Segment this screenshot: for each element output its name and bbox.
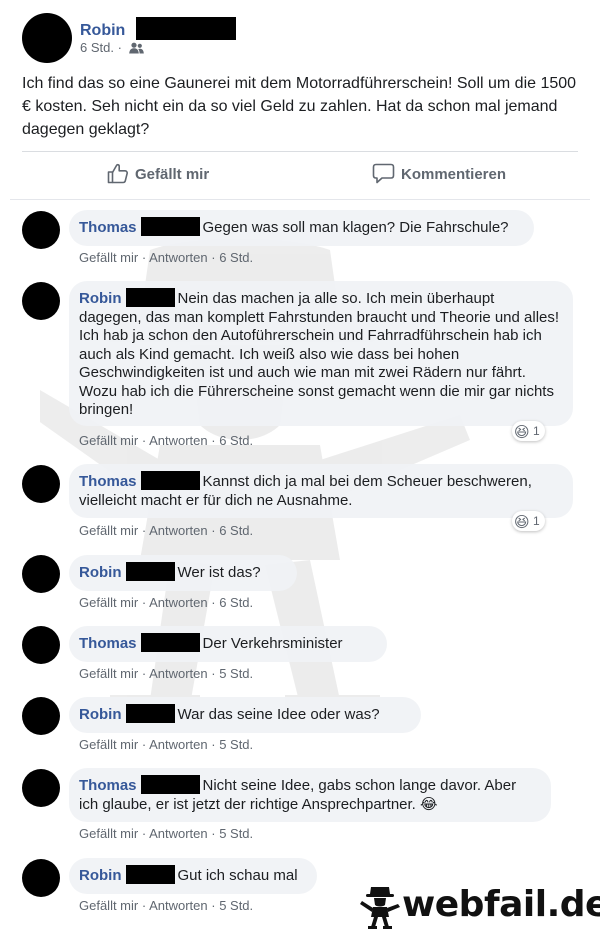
webfail-logo-text: webfail.de bbox=[402, 884, 600, 925]
comment-like-link[interactable]: Gefällt mir bbox=[79, 523, 138, 538]
comment-like-link[interactable]: Gefällt mir bbox=[79, 595, 138, 610]
comment-time[interactable]: 5 Std. bbox=[219, 826, 253, 841]
comment-time[interactable]: 5 Std. bbox=[219, 898, 253, 913]
like-button[interactable]: Gefällt mir bbox=[107, 163, 209, 184]
comment-actions: Gefällt mir · Antworten · 6 Std. bbox=[79, 433, 254, 448]
post-author-avatar[interactable] bbox=[22, 13, 72, 63]
comment-like-link[interactable]: Gefällt mir bbox=[79, 898, 138, 913]
comment-like-link[interactable]: Gefällt mir bbox=[79, 250, 138, 265]
comment-actions: Gefällt mir · Antworten · 5 Std. bbox=[79, 737, 254, 752]
thumbs-up-icon bbox=[107, 163, 128, 184]
comment-text: Der Verkehrsminister bbox=[202, 635, 343, 652]
post-author-name[interactable]: Robin bbox=[80, 22, 125, 39]
post-author[interactable]: Robin bbox=[80, 17, 236, 40]
comment-label: Kommentieren bbox=[401, 166, 507, 183]
commenter-avatar[interactable] bbox=[22, 211, 60, 249]
comment-reply-link[interactable]: Antworten bbox=[149, 433, 208, 448]
commenter-avatar[interactable] bbox=[22, 555, 60, 593]
comment-like-link[interactable]: Gefällt mir bbox=[79, 826, 138, 841]
comment-text: Gut ich schau mal bbox=[177, 867, 298, 884]
comment-reply-link[interactable]: Antworten bbox=[149, 898, 208, 913]
reaction-badge[interactable]: 😆 1 bbox=[512, 421, 545, 441]
comment-actions: Gefällt mir · Antworten · 6 Std. bbox=[79, 523, 254, 538]
comment-bubble: Thomas Kannst dich ja mal bei dem Scheuer… bbox=[69, 464, 573, 518]
comment-bubble: Robin War das seine Idee oder was? bbox=[69, 697, 421, 733]
comment-like-link[interactable]: Gefällt mir bbox=[79, 666, 138, 681]
comment-time[interactable]: 6 Std. bbox=[219, 433, 253, 448]
divider bbox=[22, 151, 578, 152]
comment-like-link[interactable]: Gefällt mir bbox=[79, 433, 138, 448]
comment-actions: Gefällt mir · Antworten · 5 Std. bbox=[79, 666, 254, 681]
commenter-avatar[interactable] bbox=[22, 769, 60, 807]
commenter-name[interactable]: Robin bbox=[79, 706, 122, 723]
comment-reply-link[interactable]: Antworten bbox=[149, 826, 208, 841]
commenter-avatar[interactable] bbox=[22, 859, 60, 897]
redacted-surname bbox=[125, 562, 175, 581]
redacted-surname bbox=[125, 288, 175, 307]
comment-actions: Gefällt mir · Antworten · 5 Std. bbox=[79, 826, 254, 841]
comment-bubble: Robin Gut ich schau mal bbox=[69, 858, 317, 894]
commenter-name[interactable]: Thomas bbox=[79, 219, 137, 236]
reaction-count: 1 bbox=[532, 424, 540, 438]
comment-actions: Gefällt mir · Antworten · 6 Std. bbox=[79, 250, 254, 265]
comment-time[interactable]: 6 Std. bbox=[219, 595, 253, 610]
comment-time[interactable]: 6 Std. bbox=[219, 250, 253, 265]
redacted-surname bbox=[125, 865, 175, 884]
comment-bubble: Robin Nein das machen ja alle so. Ich mei… bbox=[69, 281, 573, 426]
commenter-name[interactable]: Thomas bbox=[79, 777, 137, 794]
commenter-name[interactable]: Robin bbox=[79, 290, 122, 307]
comment-bubble: Thomas Der Verkehrsminister bbox=[69, 626, 387, 662]
comment-actions: Gefällt mir · Antworten · 6 Std. bbox=[79, 595, 254, 610]
comment-like-link[interactable]: Gefällt mir bbox=[79, 737, 138, 752]
friends-icon[interactable] bbox=[128, 42, 144, 54]
comment-reply-link[interactable]: Antworten bbox=[149, 523, 208, 538]
comment-time[interactable]: 5 Std. bbox=[219, 666, 253, 681]
comment-bubble: Robin Wer ist das? bbox=[69, 555, 297, 591]
redacted-surname bbox=[140, 775, 200, 794]
redacted-surname bbox=[125, 704, 175, 723]
redacted-surname bbox=[140, 217, 200, 236]
redacted-surname bbox=[140, 471, 200, 490]
commenter-avatar[interactable] bbox=[22, 465, 60, 503]
laughing-emoji-icon: 😆 bbox=[514, 514, 530, 531]
redacted-surname bbox=[135, 17, 236, 40]
redacted-surname bbox=[140, 633, 200, 652]
commenter-avatar[interactable] bbox=[22, 626, 60, 664]
commenter-avatar[interactable] bbox=[22, 282, 60, 320]
post-text: Ich find das so eine Gaunerei mit dem Mo… bbox=[22, 75, 577, 138]
commenter-name[interactable]: Robin bbox=[79, 564, 122, 581]
commenter-name[interactable]: Robin bbox=[79, 867, 122, 884]
like-label: Gefällt mir bbox=[135, 166, 210, 183]
comment-text: Gegen was soll man klagen? Die Fahrschul… bbox=[202, 219, 509, 236]
comment-bubble: Thomas Nicht seine Idee, gabs schon lange… bbox=[69, 768, 551, 822]
mascot-logo-icon bbox=[360, 887, 400, 929]
comment-reply-link[interactable]: Antworten bbox=[149, 595, 208, 610]
comment-bubble: Thomas Gegen was soll man klagen? Die Fah… bbox=[69, 210, 534, 246]
comment-actions: Gefällt mir · Antworten · 5 Std. bbox=[79, 898, 254, 913]
comment-text: Wer ist das? bbox=[177, 564, 261, 581]
commenter-name[interactable]: Thomas bbox=[79, 473, 137, 490]
comment-button[interactable]: Kommentieren bbox=[372, 163, 506, 184]
comment-time[interactable]: 6 Std. bbox=[219, 523, 253, 538]
separator-dot: · bbox=[117, 40, 126, 55]
comment-time[interactable]: 5 Std. bbox=[219, 737, 253, 752]
post-meta: 6 Std. · bbox=[80, 40, 144, 55]
comment-reply-link[interactable]: Antworten bbox=[149, 250, 208, 265]
laughing-emoji-icon: 😆 bbox=[514, 424, 530, 441]
commenter-avatar[interactable] bbox=[22, 697, 60, 735]
comment-reply-link[interactable]: Antworten bbox=[149, 666, 208, 681]
reaction-count: 1 bbox=[532, 514, 540, 528]
comment-text: Nein das machen ja alle so. Ich mein übe… bbox=[79, 290, 560, 418]
reaction-badge[interactable]: 😆 1 bbox=[512, 511, 545, 531]
commenter-name[interactable]: Thomas bbox=[79, 635, 137, 652]
comment-bubble-icon bbox=[372, 163, 395, 184]
divider bbox=[10, 199, 590, 200]
comment-reply-link[interactable]: Antworten bbox=[149, 737, 208, 752]
post-time[interactable]: 6 Std. bbox=[80, 40, 114, 55]
comment-text: War das seine Idee oder was? bbox=[177, 706, 380, 723]
